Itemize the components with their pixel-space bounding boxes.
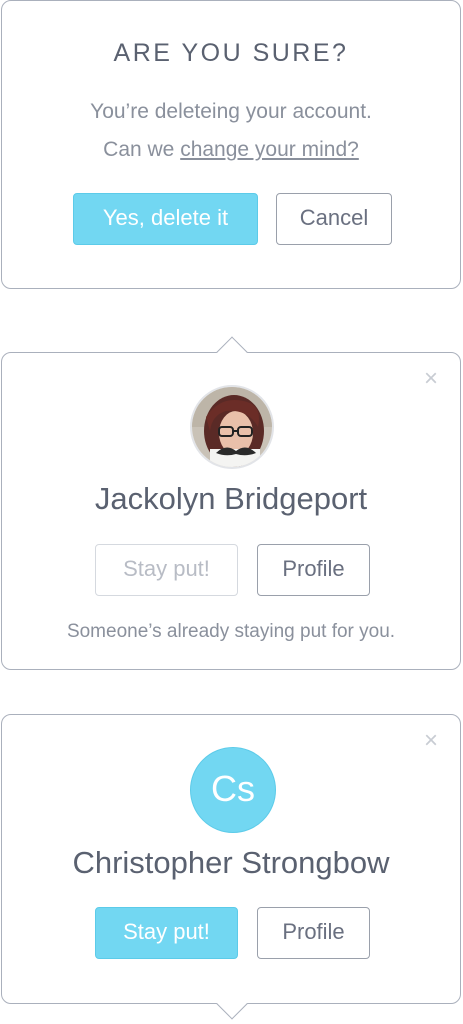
- avatar: [190, 385, 274, 469]
- delete-account-dialog: ARE YOU SURE? You’re deleteing your acco…: [1, 0, 461, 289]
- stay-put-button[interactable]: Stay put!: [95, 907, 238, 959]
- profile-popover-christopher: × Cs Christopher Strongbow Stay put! Pro…: [1, 714, 461, 1020]
- profile-name: Jackolyn Bridgeport: [94, 481, 368, 516]
- dialog-message-line1: You’re deleteing your account.: [90, 100, 372, 123]
- close-icon[interactable]: ×: [424, 367, 438, 391]
- dialog-title: ARE YOU SURE?: [113, 39, 349, 67]
- cancel-button[interactable]: Cancel: [276, 193, 392, 245]
- dialog-message-line2: Can we change your mind?: [2, 131, 460, 169]
- status-note: Someone’s already staying put for you.: [66, 621, 396, 642]
- popover-pointer: [216, 988, 248, 1020]
- profile-button[interactable]: Profile: [257, 907, 370, 959]
- stay-put-button[interactable]: Stay put!: [95, 544, 238, 596]
- popover-pointer: [216, 336, 248, 368]
- dialog-message-prefix: Can we: [103, 138, 181, 161]
- change-mind-link[interactable]: change your mind?: [180, 138, 359, 161]
- profile-button[interactable]: Profile: [257, 544, 370, 596]
- avatar: Cs: [190, 747, 276, 833]
- confirm-delete-button[interactable]: Yes, delete it: [73, 193, 258, 245]
- profile-popover-jackolyn: × Jackolyn Bridgeport Stay put! Profile …: [1, 336, 461, 670]
- profile-name: Christopher Strongbow: [72, 845, 390, 880]
- avatar-photo-image: [192, 387, 272, 467]
- close-icon[interactable]: ×: [424, 729, 438, 753]
- dialog-message: You’re deleteing your account. Can we ch…: [2, 93, 460, 169]
